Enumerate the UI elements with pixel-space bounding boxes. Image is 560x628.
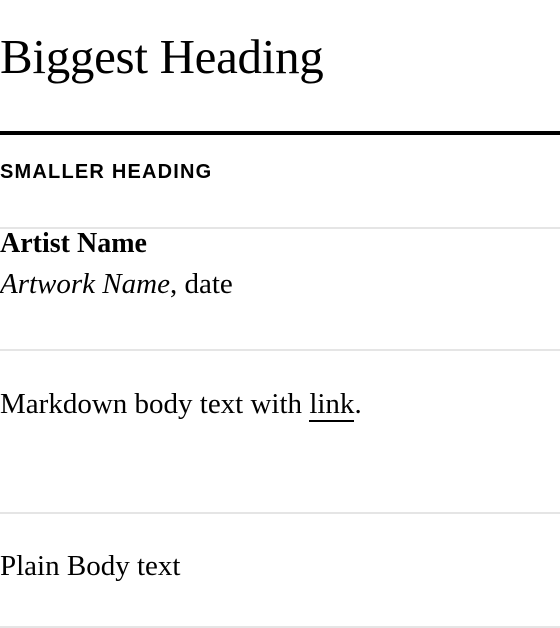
body-link[interactable]: link [309,388,355,422]
typography-page: Biggest Heading SMALLER HEADING Artist N… [0,0,560,628]
heading-divider [0,131,560,135]
markdown-text-after-link: . [354,388,362,420]
markdown-text-before-link: Markdown body text with [0,388,310,420]
artwork-line: Artwork Name, date [0,264,233,304]
plain-body-text: Plain Body text [0,550,181,582]
artwork-date: date [184,268,233,300]
artwork-name: Artwork Name [0,268,170,300]
section-divider [0,512,560,514]
biggest-heading: Biggest Heading [0,29,324,84]
artwork-separator: , [169,268,185,300]
artwork-caption: Artist Name Artwork Name, date [0,224,233,304]
section-divider [0,349,560,351]
artist-name: Artist Name [0,228,147,259]
markdown-body-text: Markdown body text with link. [0,386,362,422]
smaller-heading: SMALLER HEADING [0,161,213,183]
